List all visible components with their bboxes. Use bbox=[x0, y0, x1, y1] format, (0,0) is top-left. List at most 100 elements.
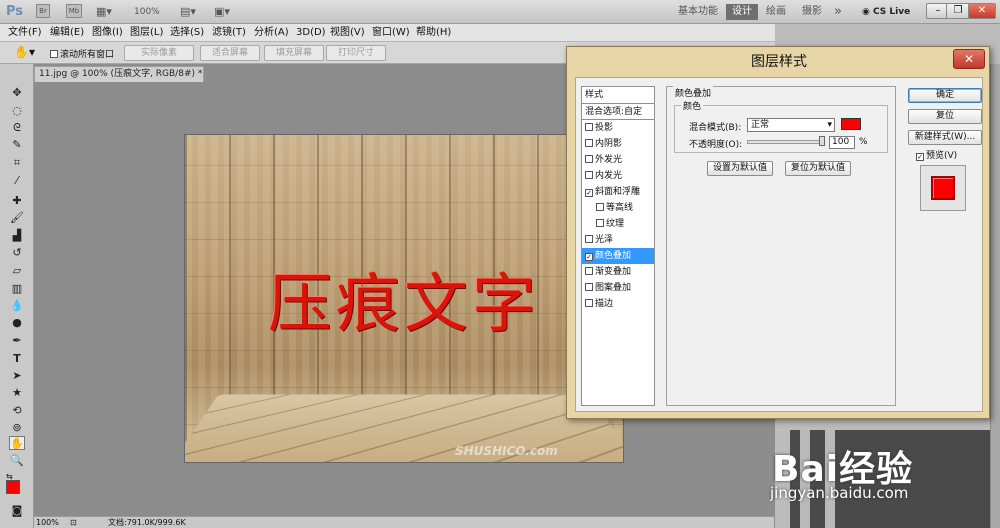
mini-bridge-icon[interactable]: Mb bbox=[66, 4, 82, 18]
status-zoom[interactable]: 100% bbox=[36, 517, 59, 528]
menu-image[interactable]: 图像(I) bbox=[92, 26, 123, 40]
preview-checkbox[interactable]: ✓ bbox=[916, 153, 924, 161]
menu-3d[interactable]: 3D(D) bbox=[296, 26, 326, 40]
actual-pixels-button[interactable]: 实际像素 bbox=[124, 45, 194, 61]
document-canvas[interactable]: 压痕文字 SHUSHICO.com bbox=[184, 134, 624, 463]
zoom-tool-icon[interactable]: 🔍 bbox=[9, 454, 25, 468]
gradient-tool-icon[interactable]: ▥ bbox=[9, 282, 25, 296]
quick-select-icon[interactable]: ✎ bbox=[9, 138, 25, 152]
style-item[interactable]: 渐变叠加 bbox=[582, 264, 654, 280]
fill-screen-button[interactable]: 填充屏幕 bbox=[264, 45, 324, 61]
more-workspaces-icon[interactable]: » bbox=[828, 4, 848, 20]
style-item-checkbox[interactable] bbox=[585, 155, 593, 163]
scroll-all-checkbox[interactable] bbox=[50, 50, 58, 58]
menu-select[interactable]: 选择(S) bbox=[170, 26, 204, 40]
style-item-checkbox[interactable]: ✓ bbox=[585, 253, 593, 261]
menu-help[interactable]: 帮助(H) bbox=[416, 26, 451, 40]
document-tab[interactable]: 11.jpg @ 100% (压痕文字, RGB/8#) * ✕ bbox=[34, 66, 204, 94]
menu-edit[interactable]: 编辑(E) bbox=[50, 26, 84, 40]
hand-tool-active-icon[interactable]: ✋ bbox=[9, 436, 25, 450]
zoom-level[interactable]: 100% bbox=[134, 4, 160, 20]
blend-mode-select[interactable]: 正常 ▾ bbox=[747, 118, 835, 132]
opacity-input[interactable]: 100 bbox=[829, 136, 855, 149]
workspace-photography[interactable]: 摄影 bbox=[796, 4, 828, 20]
style-item-checkbox[interactable] bbox=[596, 219, 604, 227]
blend-options-item[interactable]: 混合选项:自定 bbox=[582, 104, 654, 120]
embossed-text: 压痕文字 bbox=[268, 268, 540, 342]
style-item-checkbox[interactable] bbox=[585, 235, 593, 243]
style-item[interactable]: 等高线 bbox=[582, 200, 654, 216]
preview-toggle[interactable]: ✓ 预览(V) bbox=[916, 148, 957, 161]
wood-floor bbox=[185, 394, 623, 462]
workspace-design[interactable]: 设计 bbox=[726, 4, 758, 20]
quick-mask-icon[interactable]: ◙ bbox=[9, 504, 25, 518]
scroll-all-windows[interactable]: 滚动所有窗口 bbox=[50, 47, 114, 60]
crop-tool-icon[interactable]: ⌗ bbox=[9, 156, 25, 170]
stamp-tool-icon[interactable]: ▟ bbox=[9, 229, 25, 243]
fit-screen-button[interactable]: 适合屏幕 bbox=[200, 45, 260, 61]
eyedropper-icon[interactable]: ⁄ bbox=[9, 174, 25, 188]
style-item-checkbox[interactable] bbox=[585, 123, 593, 131]
style-item-checkbox[interactable] bbox=[585, 299, 593, 307]
style-item-checkbox[interactable] bbox=[585, 267, 593, 275]
foreground-color-swatch[interactable] bbox=[6, 480, 20, 494]
style-item[interactable]: 光泽 bbox=[582, 232, 654, 248]
brush-tool-icon[interactable]: 🖌 bbox=[9, 211, 25, 225]
set-default-button[interactable]: 设置为默认值 bbox=[707, 161, 773, 176]
close-app-button[interactable]: ✕ bbox=[968, 3, 996, 19]
healing-brush-icon[interactable]: ✚ bbox=[9, 194, 25, 208]
style-item-checkbox[interactable]: ✓ bbox=[585, 189, 593, 197]
style-item-checkbox[interactable] bbox=[585, 171, 593, 179]
overlay-color-swatch[interactable] bbox=[841, 118, 861, 130]
style-item[interactable]: ✓ 颜色叠加 bbox=[582, 248, 654, 264]
menu-view[interactable]: 视图(V) bbox=[330, 26, 365, 40]
workspace-painting[interactable]: 绘画 bbox=[760, 4, 792, 20]
screen-mode-icon[interactable]: ▣▾ bbox=[214, 4, 236, 20]
eraser-tool-icon[interactable]: ▱ bbox=[9, 264, 25, 278]
bridge-icon[interactable]: Br bbox=[36, 4, 50, 18]
menu-analysis[interactable]: 分析(A) bbox=[254, 26, 289, 40]
menu-window[interactable]: 窗口(W) bbox=[372, 26, 410, 40]
hand-tool-icon[interactable]: ✋▾ bbox=[14, 45, 35, 59]
3d-rotate-icon[interactable]: ⟲ bbox=[9, 404, 25, 418]
dodge-tool-icon[interactable]: ● bbox=[9, 316, 25, 330]
opacity-slider[interactable] bbox=[747, 140, 823, 144]
reset-default-button[interactable]: 复位为默认值 bbox=[785, 161, 851, 176]
ok-button[interactable]: 确定 bbox=[908, 88, 982, 103]
pen-tool-icon[interactable]: ✒ bbox=[9, 334, 25, 348]
opacity-slider-thumb[interactable] bbox=[819, 136, 825, 146]
style-item[interactable]: ✓ 斜面和浮雕 bbox=[582, 184, 654, 200]
shape-tool-icon[interactable]: ★ bbox=[9, 386, 25, 400]
blur-tool-icon[interactable]: 💧 bbox=[9, 299, 25, 313]
new-style-button[interactable]: 新建样式(W)... bbox=[908, 130, 982, 145]
style-list-header[interactable]: 样式 bbox=[582, 87, 654, 104]
restore-button[interactable]: ❐ bbox=[946, 3, 970, 19]
path-select-icon[interactable]: ➤ bbox=[9, 369, 25, 383]
reset-button[interactable]: 复位 bbox=[908, 109, 982, 124]
style-item-checkbox[interactable] bbox=[596, 203, 604, 211]
style-item[interactable]: 外发光 bbox=[582, 152, 654, 168]
history-brush-icon[interactable]: ↺ bbox=[9, 246, 25, 260]
style-item[interactable]: 图案叠加 bbox=[582, 280, 654, 296]
menu-file[interactable]: 文件(F) bbox=[8, 26, 42, 40]
lasso-tool-icon[interactable]: ᘓ bbox=[9, 121, 25, 135]
cs-live[interactable]: ◉ CS Live bbox=[862, 4, 910, 20]
print-size-button[interactable]: 打印尺寸 bbox=[326, 45, 386, 61]
menu-filter[interactable]: 滤镜(T) bbox=[212, 26, 246, 40]
move-tool-icon[interactable]: ✥ bbox=[9, 86, 25, 100]
workspace-essentials[interactable]: 基本功能 bbox=[672, 4, 724, 20]
arrange-docs-icon[interactable]: ▤▾ bbox=[180, 4, 202, 20]
style-item-checkbox[interactable] bbox=[585, 139, 593, 147]
view-extras-icon[interactable]: ▦▾ bbox=[96, 4, 118, 18]
3d-orbit-icon[interactable]: ⊚ bbox=[9, 421, 25, 435]
style-item[interactable]: 内阴影 bbox=[582, 136, 654, 152]
dialog-close-button[interactable]: ✕ bbox=[953, 49, 985, 69]
menu-layer[interactable]: 图层(L) bbox=[130, 26, 163, 40]
style-item[interactable]: 投影 bbox=[582, 120, 654, 136]
style-item[interactable]: 内发光 bbox=[582, 168, 654, 184]
type-tool-icon[interactable]: T bbox=[9, 352, 25, 366]
style-item[interactable]: 描边 bbox=[582, 296, 654, 312]
style-item-checkbox[interactable] bbox=[585, 283, 593, 291]
style-item[interactable]: 纹理 bbox=[582, 216, 654, 232]
marquee-tool-icon[interactable]: ◌ bbox=[9, 104, 25, 118]
